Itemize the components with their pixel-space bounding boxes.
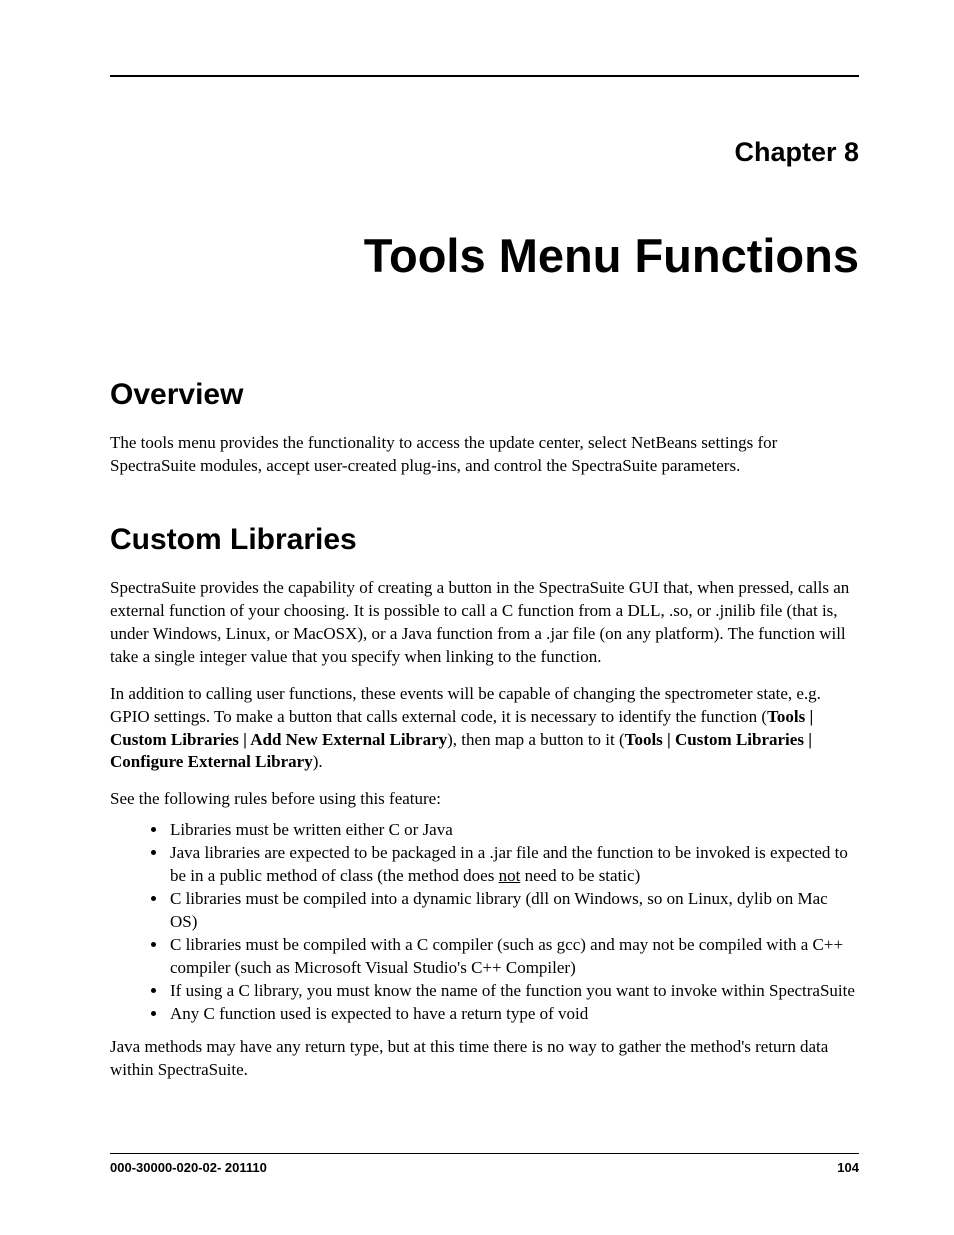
para2-mid: ), then map a button to it ( [447,730,625,749]
overview-heading: Overview [110,378,859,412]
list-item: Any C function used is expected to have … [168,1003,859,1026]
custom-libraries-para-1: SpectraSuite provides the capability of … [110,577,859,669]
page-title: Tools Menu Functions [110,228,859,283]
rules-list: Libraries must be written either C or Ja… [110,819,859,1025]
chapter-label: Chapter 8 [110,137,859,168]
list-item: Java libraries are expected to be packag… [168,842,859,888]
overview-paragraph: The tools menu provides the functionalit… [110,432,859,478]
list-item: C libraries must be compiled into a dyna… [168,888,859,934]
header-rule [110,75,859,77]
custom-libraries-para-2: In addition to calling user functions, t… [110,683,859,775]
list-item: If using a C library, you must know the … [168,980,859,1003]
custom-libraries-closing: Java methods may have any return type, b… [110,1036,859,1082]
para2-pre: In addition to calling user functions, t… [110,684,821,726]
underlined-text: not [499,866,521,885]
rules-intro: See the following rules before using thi… [110,788,859,811]
list-item: Libraries must be written either C or Ja… [168,819,859,842]
para2-post: ). [313,752,323,771]
page-footer: 000-30000-020-02- 201110 104 [110,1153,859,1175]
custom-libraries-heading: Custom Libraries [110,523,859,557]
footer-doc-id: 000-30000-020-02- 201110 [110,1160,267,1175]
footer-page-number: 104 [837,1160,859,1175]
list-item: C libraries must be compiled with a C co… [168,934,859,980]
